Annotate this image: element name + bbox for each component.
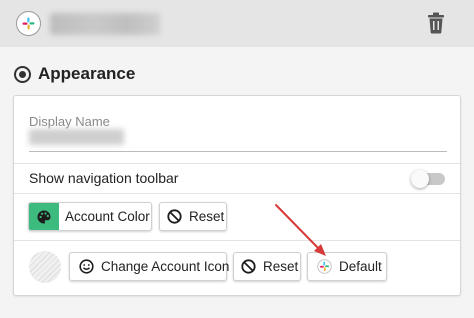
navigation-toolbar-label: Show navigation toolbar	[29, 170, 179, 186]
display-name-input[interactable]	[29, 129, 124, 145]
navigation-toolbar-toggle[interactable]	[411, 170, 445, 188]
appearance-card: Display Name Show navigation toolbar Acc…	[13, 95, 461, 296]
navigation-toolbar-row: Show navigation toolbar	[14, 163, 460, 194]
account-header	[0, 0, 474, 48]
smiley-icon	[79, 259, 94, 274]
account-color-row: Account Color Reset	[14, 193, 460, 241]
change-account-icon-button[interactable]: Change Account Icon	[69, 252, 230, 281]
reset-color-label: Reset	[189, 209, 225, 224]
section-heading: Appearance	[14, 64, 135, 84]
account-avatar-placeholder	[29, 251, 61, 283]
section-title: Appearance	[38, 64, 136, 83]
account-color-button[interactable]: Account Color	[28, 202, 152, 231]
slack-app-icon	[16, 11, 41, 36]
change-account-icon-label: Change Account Icon	[101, 259, 230, 274]
slack-icon	[22, 17, 35, 30]
display-name-label: Display Name	[29, 114, 110, 129]
account-name-redacted	[50, 13, 160, 35]
block-icon	[241, 259, 256, 274]
reset-icon-button[interactable]: Reset	[233, 252, 301, 281]
toggle-knob	[411, 170, 429, 188]
default-label: Default	[339, 259, 382, 274]
account-icon-row: Change Account Icon Reset Default	[14, 240, 460, 295]
reset-icon-label: Reset	[263, 259, 299, 274]
reset-color-button[interactable]: Reset	[159, 202, 227, 231]
display-name-row: Display Name	[14, 96, 460, 164]
slack-icon	[317, 259, 332, 274]
account-color-label: Account Color	[65, 209, 150, 224]
trash-icon[interactable]	[426, 12, 446, 34]
display-name-underline	[29, 151, 447, 152]
radio-selected-icon	[14, 65, 31, 83]
palette-icon	[29, 203, 59, 230]
default-button[interactable]: Default	[307, 252, 387, 281]
block-icon	[167, 209, 182, 224]
